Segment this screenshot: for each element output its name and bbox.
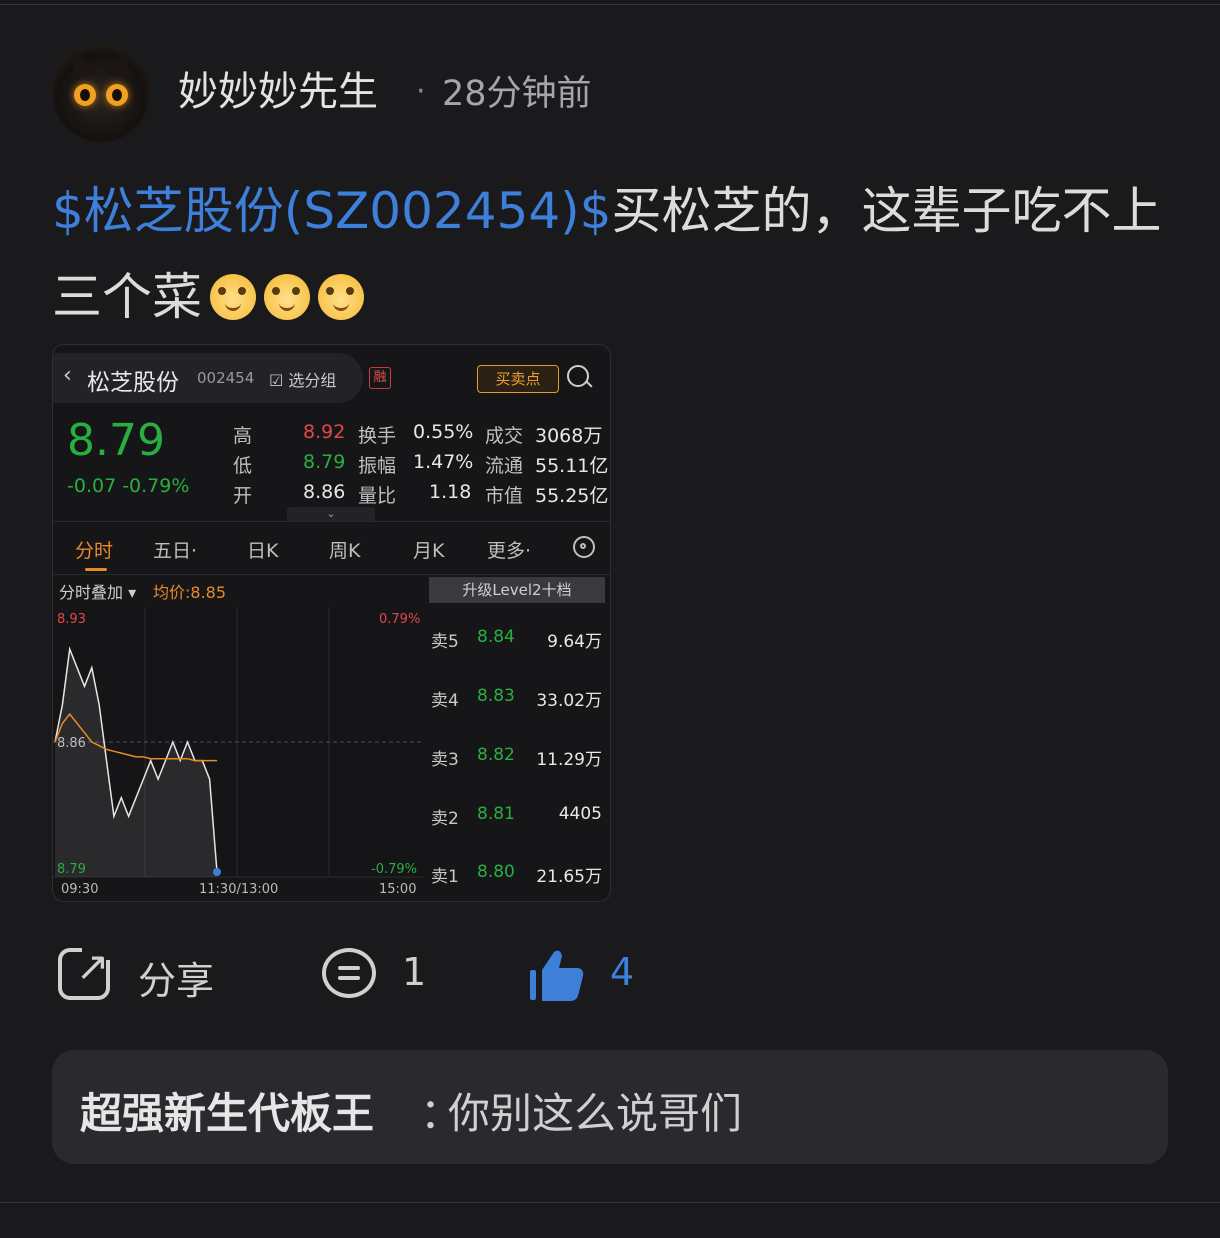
stat-label: 开 [233, 485, 253, 507]
stock-screenshot-image[interactable]: ‹ 松芝股份 002454 ☑ 选分组 融 买卖点 8.79 -0.07 -0.… [52, 344, 611, 902]
order-label: 卖1 [431, 867, 459, 887]
comment-text: 你别这么说哥们 [448, 1089, 743, 1138]
time-end-label: 15:00 [379, 882, 416, 897]
trade-points-button: 买卖点 [477, 365, 559, 393]
order-row: 卖5 8.84 9.64万 [429, 627, 610, 657]
stat-label: 振幅 [358, 455, 397, 477]
overlay-dropdown: 分时叠加 ▾ [59, 583, 137, 602]
margin-badge: 融 [369, 367, 391, 389]
cat-ear-right [104, 48, 140, 82]
stat-label: 换手 [358, 425, 397, 447]
stock-name: 松芝股份 [87, 370, 179, 396]
order-row: 卖3 8.82 11.29万 [429, 745, 610, 775]
order-price: 8.81 [477, 804, 515, 824]
share-icon[interactable] [58, 942, 116, 1000]
intraday-chart: 8.93 8.86 8.79 0.79% -0.79% 09:30 11:30/… [53, 607, 423, 897]
time-start-label: 09:30 [61, 882, 98, 897]
cat-emoji-icon [264, 274, 310, 320]
order-row: 卖1 8.80 21.65万 [429, 862, 610, 892]
collapse-chevron-icon: ⌄ [287, 507, 375, 521]
stat-label: 成交 [485, 425, 524, 447]
cat-ear-left [62, 48, 98, 82]
tab-monthly-k: 月K [413, 540, 445, 562]
axis-pct-low-label: -0.79% [371, 862, 417, 877]
post-time: 28分钟前 [442, 74, 592, 114]
comment-preview[interactable]: 超强新生代板王 ： 你别这么说哥们 [52, 1050, 1168, 1164]
axis-pct-high-label: 0.79% [379, 612, 420, 627]
stat-value: 3068万 [535, 425, 603, 447]
tab-weekly-k: 周K [329, 540, 361, 562]
screenshot-header: ‹ 松芝股份 002454 ☑ 选分组 融 买卖点 [53, 345, 610, 405]
order-label: 卖2 [431, 809, 459, 829]
order-volume: 11.29万 [536, 750, 602, 770]
share-button[interactable]: 分享 [138, 950, 214, 1005]
back-arrow-icon: ‹ [63, 363, 72, 388]
order-volume: 9.64万 [547, 632, 602, 652]
stat-label: 量比 [358, 485, 397, 507]
stat-value: 0.55% [413, 421, 474, 443]
cat-eye-right [106, 84, 128, 106]
stat-label: 低 [233, 455, 253, 477]
time-mid-label: 11:30/13:00 [199, 882, 278, 897]
cat-emoji-icon [210, 274, 256, 320]
last-price-dot [213, 868, 221, 876]
current-price: 8.79 [67, 415, 165, 466]
order-volume: 33.02万 [536, 691, 602, 711]
order-label: 卖3 [431, 750, 459, 770]
author-name[interactable]: 妙妙妙先生 [178, 64, 378, 120]
post-body: $松芝股份(SZ002454)$买松芝的，这辈子吃不上三个菜 [52, 168, 1162, 340]
stat-label: 流通 [485, 455, 524, 477]
stat-value: 1.47% [413, 451, 474, 473]
cat-eye-left [74, 84, 96, 106]
stat-value: 55.25亿 [535, 485, 609, 507]
top-divider [0, 4, 1220, 5]
stock-code: 002454 [197, 369, 255, 387]
cat-emoji-icon [318, 274, 364, 320]
order-price: 8.82 [477, 745, 515, 765]
thumbs-up-icon[interactable] [528, 946, 586, 1004]
avg-price-label: 均价:8.85 [153, 583, 227, 602]
bottom-divider [0, 1202, 1220, 1203]
stat-value: 8.86 [303, 481, 346, 503]
stat-value: 1.18 [429, 481, 472, 503]
commenter-name[interactable]: 超强新生代板王 [80, 1080, 374, 1141]
select-group-button: ☑ 选分组 [269, 371, 337, 390]
stock-tag-link[interactable]: $松芝股份(SZ002454)$ [52, 182, 612, 240]
stat-label: 市值 [485, 485, 524, 507]
axis-low-label: 8.79 [57, 862, 86, 877]
order-row: 卖4 8.83 33.02万 [429, 686, 610, 716]
stat-value: 8.79 [303, 451, 346, 473]
like-count[interactable]: 4 [610, 950, 634, 994]
order-volume: 4405 [558, 804, 602, 824]
separator-dot: · [416, 74, 426, 109]
tab-intraday: 分时 [75, 536, 113, 571]
order-book: 卖5 8.84 9.64万 卖4 8.83 33.02万 卖3 8.82 11.… [429, 607, 610, 897]
stat-label: 高 [233, 425, 253, 447]
order-price: 8.80 [477, 862, 515, 882]
search-icon [567, 365, 589, 387]
order-row: 卖2 8.81 4405 [429, 804, 610, 834]
axis-high-label: 8.93 [57, 612, 86, 627]
gear-icon [573, 536, 595, 558]
order-price: 8.84 [477, 627, 515, 647]
avatar[interactable] [52, 44, 150, 142]
axis-mid-label: 8.86 [57, 736, 86, 751]
tab-more: 更多· [487, 540, 532, 562]
stat-value: 55.11亿 [535, 455, 609, 477]
order-volume: 21.65万 [536, 867, 602, 887]
tab-five-day: 五日· [153, 540, 198, 562]
level2-upgrade-button: 升级Level2十档 [429, 577, 605, 603]
order-label: 卖4 [431, 691, 459, 711]
price-change: -0.07 -0.79% [67, 475, 190, 497]
chart-tabs: 分时 五日· 日K 周K 月K 更多· [53, 521, 610, 575]
order-label: 卖5 [431, 632, 459, 652]
comment-count[interactable]: 1 [402, 950, 426, 994]
tab-daily-k: 日K [247, 540, 279, 562]
order-price: 8.83 [477, 686, 515, 706]
stat-value: 8.92 [303, 421, 346, 443]
comment-icon[interactable] [322, 948, 376, 998]
